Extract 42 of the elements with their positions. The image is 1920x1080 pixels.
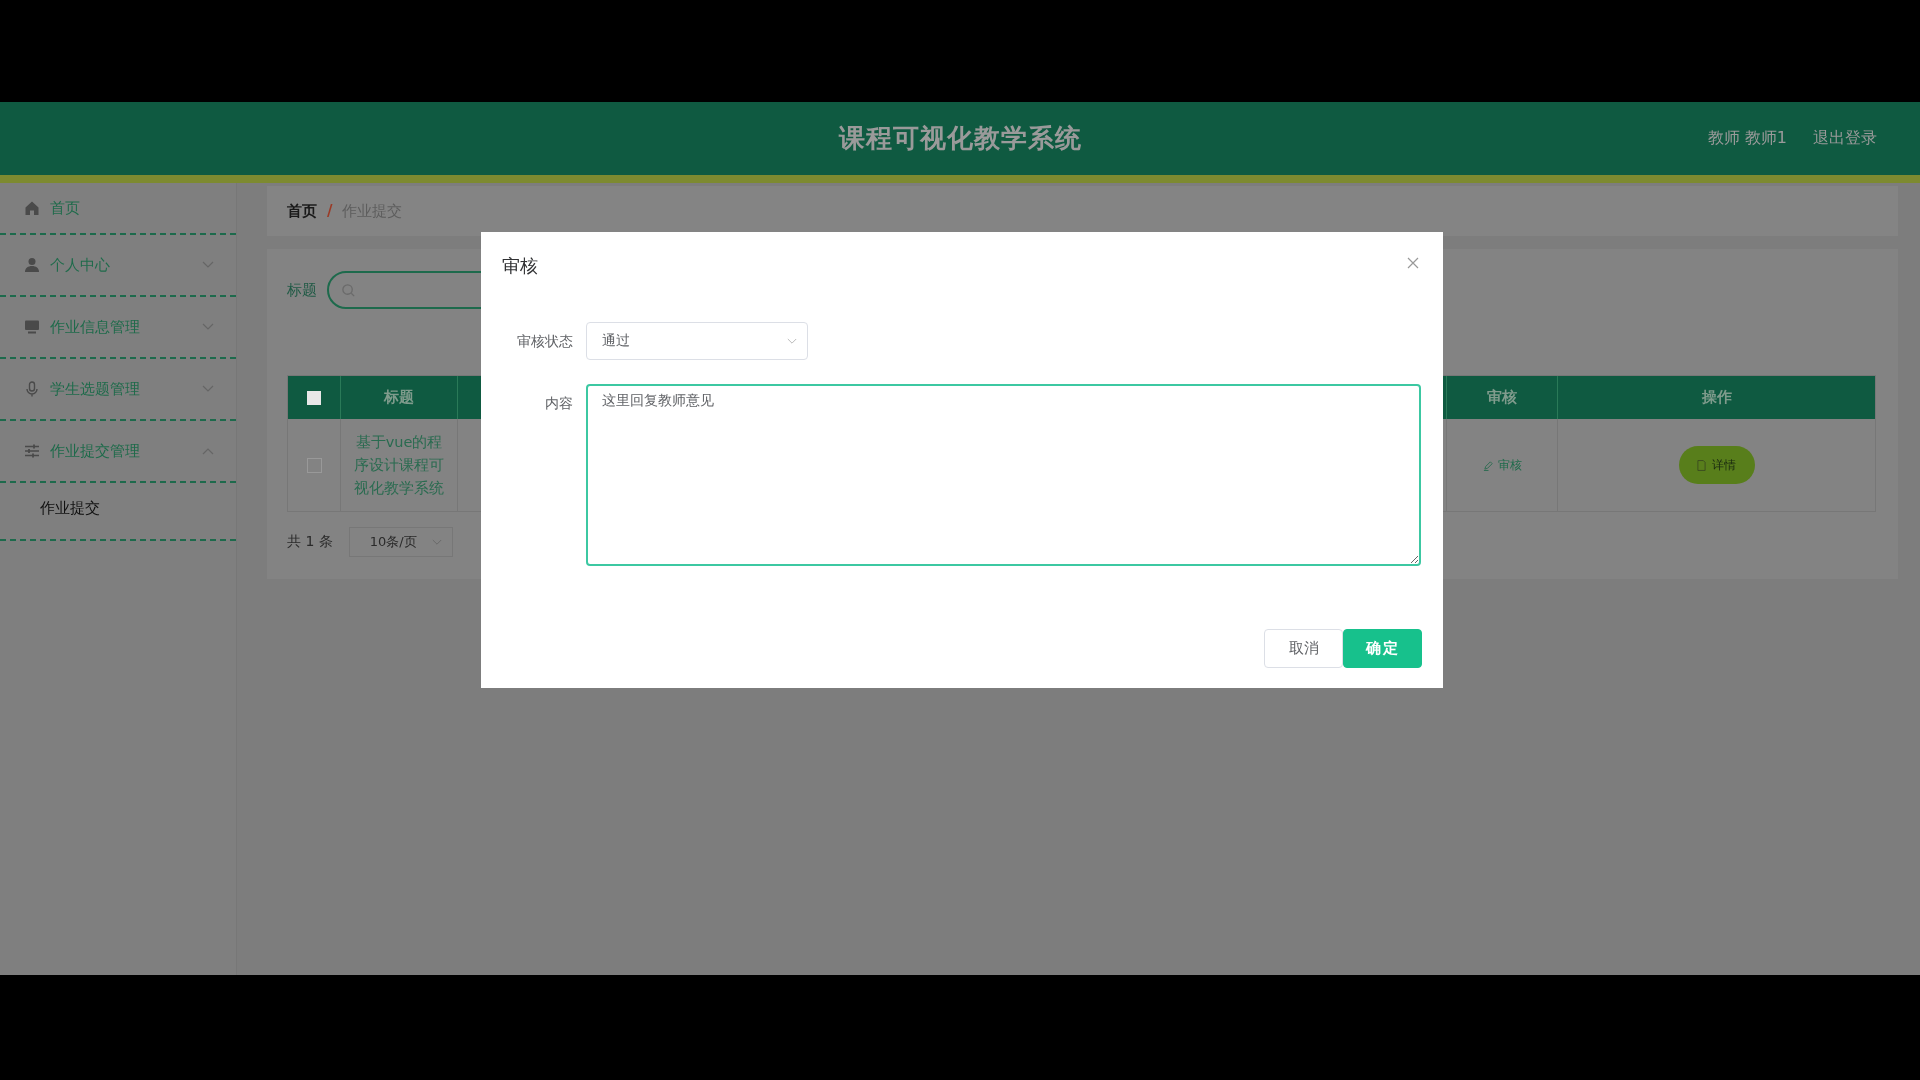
page-size-select[interactable]: 10条/页 (348, 527, 453, 557)
header-checkbox[interactable] (307, 390, 321, 405)
content-textarea[interactable]: 这里回复教师意见 (586, 384, 1421, 566)
breadcrumb-item[interactable]: 首页 (287, 201, 317, 221)
chevron-icon (202, 447, 214, 455)
search-icon (341, 282, 356, 298)
pen-icon (1482, 459, 1494, 471)
chevron-icon (202, 385, 214, 393)
sidebar-item[interactable]: 作业提交管理 (0, 421, 236, 483)
app-title: 课程可视化教学系统 (838, 122, 1082, 155)
sidebar-subitem[interactable]: 作业提交 (40, 493, 100, 523)
chevron-icon (787, 337, 797, 345)
column-header: 操作 (1700, 387, 1733, 408)
logout-link[interactable]: 退出登录 (1813, 128, 1877, 149)
detail-button[interactable]: 详情 (1678, 446, 1755, 484)
total-count: 共 1 条 (287, 533, 333, 551)
table-cell-text: 基于vue的程序设计课程可视化教学系统 (354, 432, 444, 498)
breadcrumb-separator: / (327, 202, 333, 220)
field-label: 内容 (544, 394, 574, 413)
confirm-button[interactable]: 确定 (1343, 629, 1422, 668)
sidebar-item[interactable]: 作业信息管理 (0, 297, 236, 359)
microphone-icon (24, 381, 40, 397)
sliders-icon (24, 443, 40, 459)
status-select[interactable]: 通过 (586, 322, 808, 360)
user-name: 教师 教师1 (1707, 128, 1787, 149)
home-icon (24, 200, 40, 216)
sidebar-item[interactable]: 学生选题管理 (0, 359, 236, 421)
chevron-icon (202, 261, 214, 269)
cancel-button[interactable]: 取消 (1264, 629, 1343, 668)
chevron-icon (202, 323, 214, 331)
close-icon[interactable] (1407, 257, 1419, 269)
document-icon (1697, 459, 1706, 471)
sidebar-item[interactable]: 个人中心 (0, 235, 236, 297)
field-label: 审核状态 (516, 332, 574, 351)
search-label: 标题 (287, 280, 317, 300)
dialog-title: 审核 (502, 254, 538, 278)
sidebar-item[interactable]: 首页 (0, 183, 236, 235)
review-link[interactable]: 审核 (1482, 456, 1522, 474)
column-header: 审核 (1447, 376, 1558, 419)
column-header: 标题 (341, 376, 458, 419)
monitor-icon (24, 319, 40, 335)
user-icon (24, 257, 40, 273)
